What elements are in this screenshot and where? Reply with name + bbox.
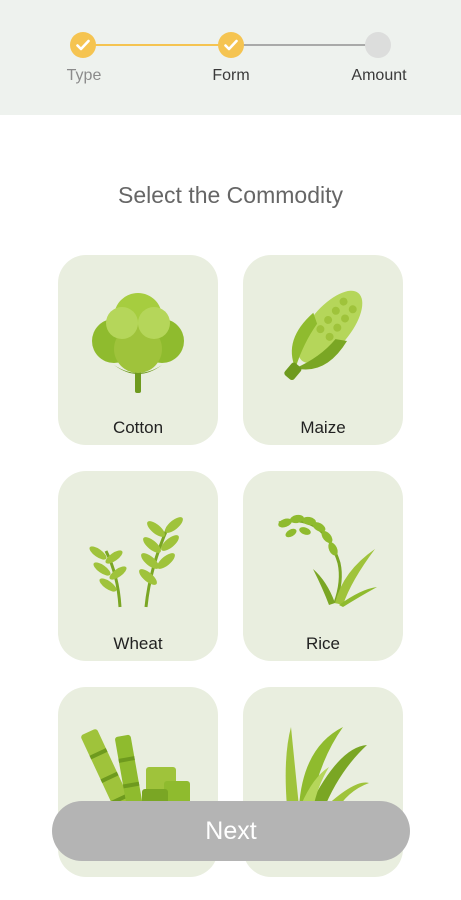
step-type-indicator bbox=[70, 32, 96, 58]
commodity-label-wheat: Wheat bbox=[113, 634, 163, 653]
progress-stepper: Type Form Amount bbox=[0, 0, 461, 115]
checkmark-icon bbox=[224, 39, 238, 51]
commodity-label-maize: Maize bbox=[300, 418, 346, 437]
maize-icon bbox=[284, 290, 363, 381]
step-label-type: Type bbox=[66, 67, 102, 84]
commodity-card-rice[interactable]: Rice bbox=[243, 471, 403, 661]
step-connector-completed bbox=[83, 44, 231, 46]
page-title: Select the Commodity bbox=[118, 182, 343, 208]
commodity-card-wheat[interactable]: Wheat bbox=[58, 471, 218, 661]
next-button[interactable]: Next bbox=[52, 801, 410, 861]
step-label-form: Form bbox=[212, 67, 250, 84]
step-connector-pending bbox=[231, 44, 378, 46]
rice-icon bbox=[278, 514, 377, 607]
commodity-label-cotton: Cotton bbox=[112, 418, 164, 437]
step-amount-indicator bbox=[365, 32, 391, 58]
commodity-label-rice: Rice bbox=[305, 634, 340, 653]
checkmark-icon bbox=[76, 39, 90, 51]
step-form-indicator bbox=[218, 32, 244, 58]
commodity-card-maize[interactable]: Maize bbox=[243, 255, 403, 445]
cotton-icon bbox=[92, 293, 184, 393]
commodity-card-cotton[interactable]: Cotton bbox=[58, 255, 218, 445]
wheat-icon bbox=[89, 517, 183, 608]
step-label-amount: Amount bbox=[351, 67, 407, 84]
